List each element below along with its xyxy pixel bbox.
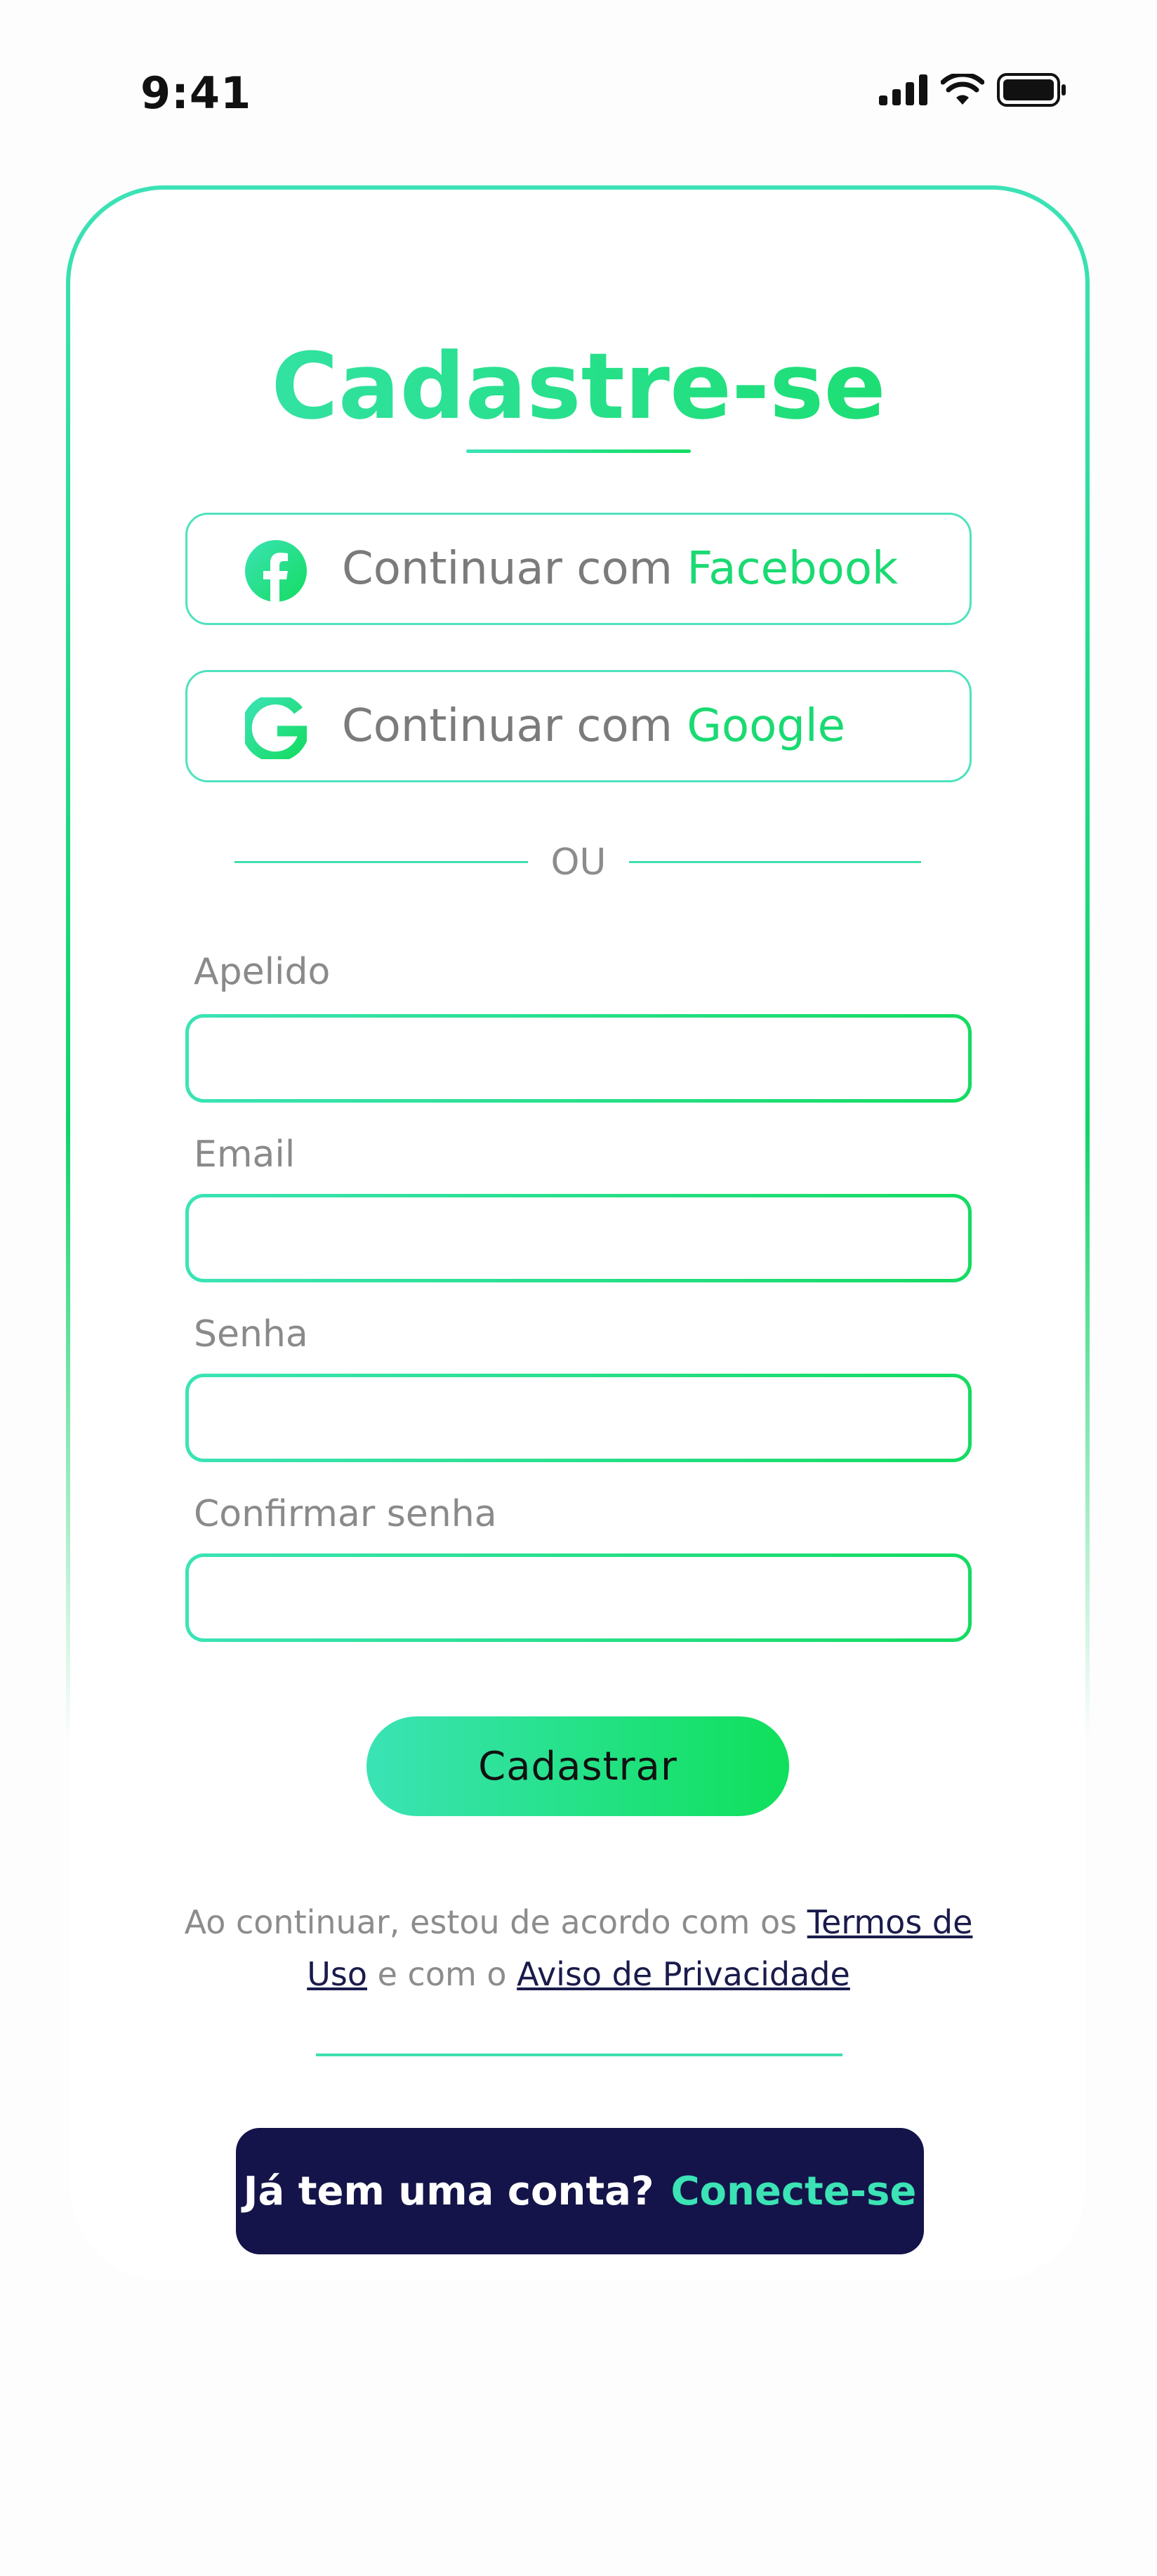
google-label-brand: Google	[687, 700, 845, 752]
divider-line-right	[629, 861, 921, 863]
wifi-icon	[941, 74, 984, 105]
privacy-notice-link[interactable]: Aviso de Privacidade	[517, 1955, 850, 1993]
battery-icon	[997, 73, 1066, 107]
terms-text-before: Ao continuar, estou de acordo com os	[184, 1903, 807, 1941]
nickname-field[interactable]	[185, 1014, 972, 1103]
facebook-label-prefix: Continuar com	[342, 543, 687, 595]
terms-notice: Ao continuar, estou de acordo com os Ter…	[161, 1896, 996, 2000]
terms-text-middle: e com o	[366, 1955, 517, 1993]
facebook-icon	[245, 540, 307, 602]
google-button-label: Continuar com Google	[342, 672, 845, 780]
divider-label: OU	[550, 841, 607, 883]
login-question: Já tem uma conta?	[243, 2168, 654, 2214]
login-banner: Já tem uma conta? Conecte-se	[236, 2128, 924, 2254]
divider-line-left	[234, 861, 528, 863]
email-field[interactable]	[185, 1194, 972, 1282]
google-icon	[245, 697, 307, 759]
signup-screen: 9:41 Cadastre-se Continuar com Facebook …	[0, 0, 1157, 2576]
signal-icon	[879, 74, 927, 105]
password-field[interactable]	[185, 1374, 972, 1462]
facebook-button-label: Continuar com Facebook	[342, 515, 898, 623]
confirm-password-field[interactable]	[185, 1553, 972, 1642]
status-icons	[879, 73, 1067, 107]
continue-google-button[interactable]: Continuar com Google	[185, 670, 972, 782]
email-label: Email	[194, 1133, 296, 1176]
login-link[interactable]: Conecte-se	[670, 2169, 916, 2214]
page-title: Cadastre-se	[0, 330, 1157, 442]
confirm-password-label: Confirmar senha	[194, 1493, 497, 1535]
title-underline	[466, 449, 691, 453]
terms-divider	[316, 2053, 842, 2056]
continue-facebook-button[interactable]: Continuar com Facebook	[185, 513, 972, 625]
nickname-label: Apelido	[194, 951, 331, 993]
facebook-label-brand: Facebook	[687, 543, 899, 595]
status-time: 9:41	[140, 67, 252, 119]
password-label: Senha	[194, 1313, 308, 1355]
register-button[interactable]: Cadastrar	[366, 1716, 789, 1816]
google-label-prefix: Continuar com	[342, 700, 687, 752]
